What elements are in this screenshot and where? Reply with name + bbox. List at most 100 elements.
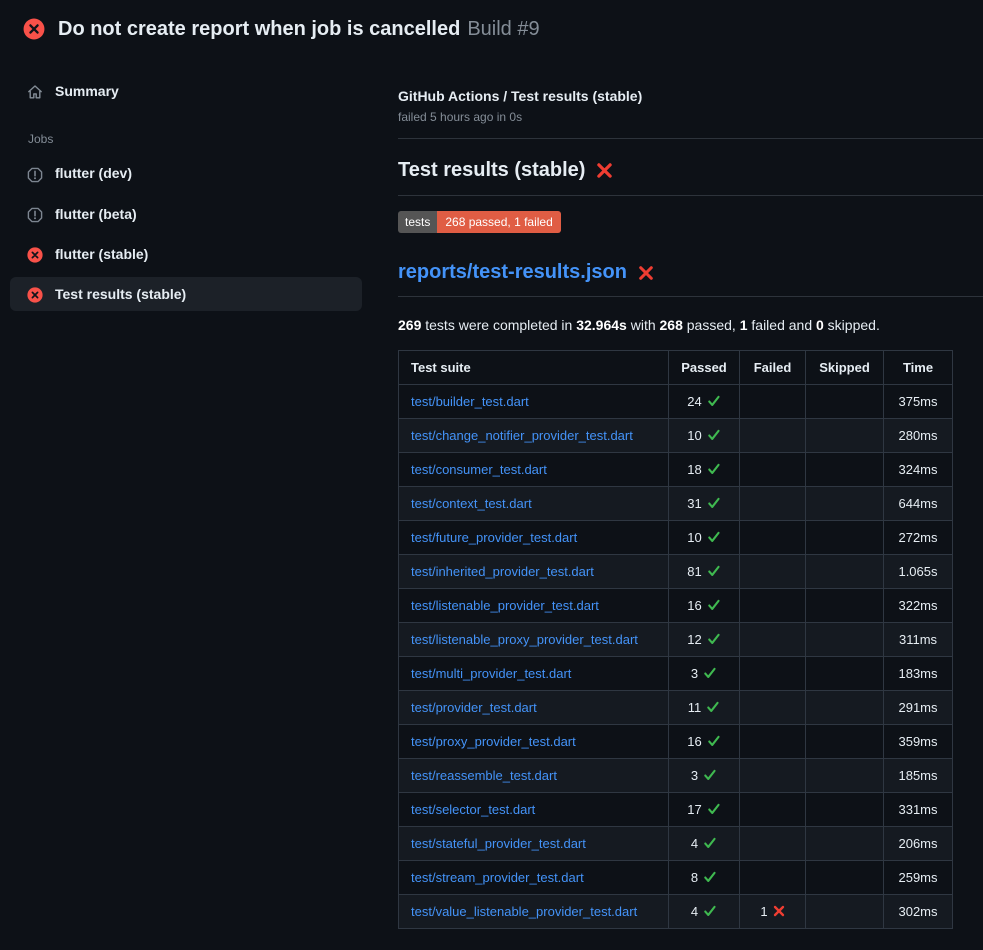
check-icon: [703, 768, 717, 783]
column-header: Failed: [740, 351, 806, 385]
passed-count: 18: [687, 462, 701, 477]
passed-cell: 11: [669, 691, 740, 725]
time-cell: 375ms: [884, 385, 953, 419]
check-icon: [707, 802, 721, 817]
passed-count: 11: [688, 700, 702, 715]
sidebar-item-flutter-beta[interactable]: flutter (beta): [10, 197, 362, 231]
table-row: test/context_test.dart 31 644ms: [399, 487, 953, 521]
table-row: test/inherited_provider_test.dart811.065…: [399, 555, 953, 589]
table-row: test/selector_test.dart17331ms: [399, 793, 953, 827]
test-suite-link[interactable]: test/listenable_provider_test.dart: [411, 598, 599, 613]
sidebar-jobs-list: flutter (dev) flutter (beta) flutter (stab…: [10, 156, 362, 311]
table-row: test/builder_test.dart 24 375ms: [399, 385, 953, 419]
table-row: test/multi_provider_test.dart3183ms: [399, 657, 953, 691]
summary-segment: passed,: [683, 317, 740, 333]
skipped-cell: [806, 555, 884, 589]
test-suite-link[interactable]: test/change_notifier_provider_test.dart: [411, 428, 633, 443]
table-body: test/builder_test.dart 24 375ms test/change…: [399, 385, 953, 929]
test-suite-link[interactable]: test/inherited_provider_test.dart: [411, 564, 594, 579]
failed-cell: [740, 521, 806, 555]
skipped-cell: [806, 623, 884, 657]
report-title: reports/test-results.json: [398, 259, 983, 297]
sidebar-item-label: flutter (stable): [55, 245, 148, 263]
skipped-cell: [806, 453, 884, 487]
time-cell: 322ms: [884, 589, 953, 623]
run-header: Do not create report when job is cancell…: [0, 0, 983, 58]
passed-count: 12: [687, 632, 701, 647]
check-icon: [707, 734, 721, 749]
time-cell: 644ms: [884, 487, 953, 521]
passed-count: 31: [687, 496, 701, 511]
test-suite-link[interactable]: test/reassemble_test.dart: [411, 768, 557, 783]
passed-cell: 3: [669, 759, 740, 793]
test-suite-link[interactable]: test/provider_test.dart: [411, 700, 537, 715]
summary-segment: 0: [816, 317, 824, 333]
skipped-cell: [806, 759, 884, 793]
test-suite-link[interactable]: test/consumer_test.dart: [411, 462, 547, 477]
test-suite-cell: test/future_provider_test.dart: [399, 521, 669, 555]
failed-cell: [740, 827, 806, 861]
test-suite-link[interactable]: test/proxy_provider_test.dart: [411, 734, 576, 749]
run-status-line: failed 5 hours ago in 0s: [398, 110, 983, 124]
passed-cell: 10: [669, 521, 740, 555]
passed-cell: 12: [669, 623, 740, 657]
table-header-row: Test suitePassedFailedSkippedTime: [399, 351, 953, 385]
sidebar: Summary Jobs flutter (dev)flutter (beta)…: [10, 58, 362, 317]
report-file-link[interactable]: reports/test-results.json: [398, 259, 627, 285]
skipped-cell: [806, 657, 884, 691]
test-suite-link[interactable]: test/multi_provider_test.dart: [411, 666, 571, 681]
time-cell: 291ms: [884, 691, 953, 725]
check-icon: [703, 870, 717, 885]
summary-segment: failed and: [748, 317, 817, 333]
sidebar-item-label: Summary: [55, 82, 119, 100]
passed-cell: 81: [669, 555, 740, 589]
sidebar-item-flutter-stable[interactable]: flutter (stable): [10, 237, 362, 271]
failed-cell: [740, 487, 806, 521]
test-suite-link[interactable]: test/future_provider_test.dart: [411, 530, 577, 545]
test-suite-link[interactable]: test/stream_provider_test.dart: [411, 870, 584, 885]
stop-icon: [27, 205, 43, 223]
test-suite-link[interactable]: test/value_listenable_provider_test.dart: [411, 904, 637, 919]
passed-cell: 10: [669, 419, 740, 453]
passed-count: 10: [687, 428, 701, 443]
test-suite-link[interactable]: test/builder_test.dart: [411, 394, 529, 409]
table-row: test/stateful_provider_test.dart4206ms: [399, 827, 953, 861]
test-suite-link[interactable]: test/context_test.dart: [411, 496, 532, 511]
passed-cell: 24: [669, 385, 740, 419]
column-header: Test suite: [399, 351, 669, 385]
test-suite-link[interactable]: test/selector_test.dart: [411, 802, 535, 817]
home-icon: [27, 82, 43, 100]
test-suite-cell: test/provider_test.dart: [399, 691, 669, 725]
test-suite-cell: test/inherited_provider_test.dart: [399, 555, 669, 589]
test-suite-link[interactable]: test/listenable_proxy_provider_test.dart: [411, 632, 638, 647]
test-suite-cell: test/listenable_proxy_provider_test.dart: [399, 623, 669, 657]
skipped-cell: [806, 691, 884, 725]
sidebar-item-label: flutter (dev): [55, 164, 132, 182]
sidebar-item-test-results-stable[interactable]: Test results (stable): [10, 277, 362, 311]
passed-cell: 4: [669, 895, 740, 929]
skipped-cell: [806, 861, 884, 895]
cross-mark-icon: [596, 157, 613, 183]
sidebar-item-flutter-dev[interactable]: flutter (dev): [10, 156, 362, 190]
sidebar-item-summary[interactable]: Summary: [10, 74, 362, 108]
time-cell: 185ms: [884, 759, 953, 793]
failed-cell: [740, 589, 806, 623]
divider: [398, 138, 983, 139]
test-suite-cell: test/stateful_provider_test.dart: [399, 827, 669, 861]
skipped-cell: [806, 793, 884, 827]
badge-label: tests: [398, 211, 437, 233]
table-row: test/future_provider_test.dart10272ms: [399, 521, 953, 555]
failed-cell: [740, 623, 806, 657]
passed-count: 16: [687, 734, 701, 749]
check-icon: [707, 496, 721, 511]
test-suite-link[interactable]: test/stateful_provider_test.dart: [411, 836, 586, 851]
skipped-cell: [806, 419, 884, 453]
failed-cell: [740, 555, 806, 589]
sidebar-item-label: flutter (beta): [55, 205, 137, 223]
passed-count: 3: [691, 768, 698, 783]
breadcrumb: GitHub Actions / Test results (stable): [398, 88, 983, 104]
table-row: test/stream_provider_test.dart8259ms: [399, 861, 953, 895]
skipped-cell: [806, 385, 884, 419]
run-title: Do not create report when job is cancell…: [58, 15, 540, 43]
skipped-cell: [806, 487, 884, 521]
